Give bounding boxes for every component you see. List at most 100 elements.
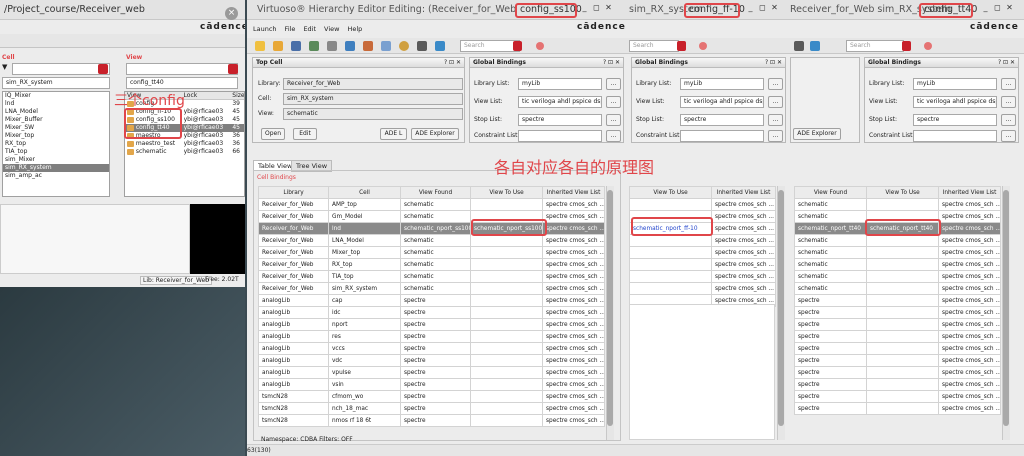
constraint-list-more-button[interactable]: ... xyxy=(606,130,621,142)
view-list-field[interactable]: tic veriloga ahdl pspice dspf xyxy=(680,96,764,108)
library-list-field[interactable]: myLib xyxy=(518,78,602,90)
menu-launch[interactable]: Launch xyxy=(253,25,277,33)
table-scrollbar-thumb[interactable] xyxy=(607,190,613,426)
search-dropdown-icon[interactable] xyxy=(677,41,686,51)
table-row[interactable]: spectre cmos_sch ... xyxy=(629,234,776,247)
layout-icon[interactable] xyxy=(435,41,445,51)
library-list-more-button[interactable]: ... xyxy=(768,78,783,90)
table-row[interactable]: analogLib idc spectre spectre cmos_sch ... xyxy=(258,306,605,319)
menu-view[interactable]: View xyxy=(324,25,339,33)
view-column-header[interactable]: Size xyxy=(232,92,244,99)
table-row[interactable]: analogLib res spectre spectre cmos_sch ... xyxy=(258,330,605,343)
panel-controls[interactable]: ? ⊡ ✕ xyxy=(444,59,461,66)
table-row[interactable]: analogLib vccs spectre spectre cmos_sch ... xyxy=(258,342,605,355)
table-row[interactable]: analogLib vsin spectre spectre cmos_sch ... xyxy=(258,378,605,391)
column-header[interactable]: View Found xyxy=(400,186,471,199)
table-row[interactable]: spectre cmos_sch ... xyxy=(629,258,776,271)
window-controls[interactable]: _ ◻ ✕ xyxy=(577,3,613,12)
save-icon[interactable] xyxy=(291,41,301,51)
column-header[interactable]: View Found xyxy=(794,186,867,199)
column-header[interactable]: Library xyxy=(258,186,329,199)
menu-edit[interactable]: Edit xyxy=(303,25,316,33)
stop-list-more-button[interactable]: ... xyxy=(606,114,621,126)
table-row[interactable]: tsmcN28 nch_18_mac spectre spectre cmos_sch… xyxy=(258,402,605,415)
view-list-more-button[interactable]: ... xyxy=(1001,96,1016,108)
library-field[interactable]: Receiver_for_Web xyxy=(283,78,463,90)
view-list-more-button[interactable]: ... xyxy=(606,96,621,108)
table-row[interactable]: schematic spectre cmos_sch ... xyxy=(794,198,1001,211)
constraint-list-more-button[interactable]: ... xyxy=(1001,130,1016,142)
table-row[interactable]: spectre spectre cmos_sch ... xyxy=(794,390,1001,403)
table-row[interactable]: spectre cmos_sch ... xyxy=(629,282,776,295)
ade-explorer-button[interactable]: ADE Explorer xyxy=(411,128,459,140)
search-go-icon[interactable] xyxy=(699,42,707,50)
view-selected-field[interactable]: config_tt40 xyxy=(126,77,238,89)
table-row[interactable]: Receiver_for_Web sim_RX_system schematic sp… xyxy=(258,282,605,295)
cell-list-item[interactable]: Mixer_Buffer xyxy=(3,116,109,124)
table-scrollbar-thumb[interactable] xyxy=(778,190,784,426)
reload-icon[interactable] xyxy=(381,41,391,51)
cell-list-item[interactable]: TIA_top xyxy=(3,148,109,156)
window-controls[interactable]: _ ◻ ✕ xyxy=(978,3,1014,12)
table-row[interactable]: Receiver_for_Web Mixer_top schematic spectr… xyxy=(258,246,605,259)
cell-list[interactable]: IQ_Mixer lnd LNA_Model Mixer_Buffer Mixer_SW… xyxy=(2,91,110,197)
open-icon[interactable] xyxy=(273,41,283,51)
table-row[interactable]: spectre spectre cmos_sch ... xyxy=(794,342,1001,355)
cell-list-item[interactable]: RX_top xyxy=(3,140,109,148)
layout-icon[interactable] xyxy=(794,41,804,51)
table-row[interactable]: analogLib vdc spectre spectre cmos_sch ... xyxy=(258,354,605,367)
table-row[interactable]: spectre spectre cmos_sch ... xyxy=(794,366,1001,379)
table-row[interactable]: analogLib vpulse spectre spectre cmos_sch .… xyxy=(258,366,605,379)
table-row[interactable]: spectre spectre cmos_sch ... xyxy=(794,402,1001,415)
stop-list-more-button[interactable]: ... xyxy=(768,114,783,126)
table-row[interactable]: spectre spectre cmos_sch ... xyxy=(794,354,1001,367)
tree-icon[interactable] xyxy=(309,41,319,51)
cell-filter-input[interactable] xyxy=(12,63,110,75)
cell-bindings-table[interactable]: Library Cell View Found View To Use Inherite… xyxy=(258,186,605,427)
view-list-item[interactable]: schematic ybi@rficae03 66 xyxy=(125,148,244,156)
cell-field[interactable]: sim_RX_system xyxy=(283,93,463,105)
cell-list-item[interactable]: IQ_Mixer xyxy=(3,92,109,100)
table-row[interactable]: spectre spectre cmos_sch ... xyxy=(794,306,1001,319)
table-row[interactable]: tsmcN28 nmos rf 18 6t spectre spectre cmos_… xyxy=(258,414,605,427)
cell-list-item[interactable]: sim_amp_ac xyxy=(3,172,109,180)
panel-controls[interactable]: ? ⊡ ✕ xyxy=(603,59,620,66)
menu-help[interactable]: Help xyxy=(347,25,362,33)
table-row[interactable]: spectre cmos_sch ... xyxy=(629,270,776,283)
search-go-icon[interactable] xyxy=(924,42,932,50)
view-filter-dropdown-icon[interactable] xyxy=(228,64,238,74)
filter-icon[interactable]: ▼ xyxy=(2,63,7,71)
ade-l-button[interactable]: ADE L xyxy=(380,128,407,140)
cell-list-item[interactable]: LNA_Model xyxy=(3,108,109,116)
refresh-icon[interactable] xyxy=(345,41,355,51)
table-row[interactable]: Receiver_for_Web Gm_Model schematic spectre… xyxy=(258,210,605,223)
table-row[interactable]: spectre spectre cmos_sch ... xyxy=(794,330,1001,343)
cell-selected-field[interactable]: sim_RX_system xyxy=(2,77,110,89)
table-row[interactable]: schematic spectre cmos_sch ... xyxy=(794,258,1001,271)
constraint-list-field[interactable] xyxy=(913,130,997,142)
constraint-list-field[interactable] xyxy=(518,130,602,142)
column-header[interactable]: View To Use xyxy=(629,186,712,199)
library-list-field[interactable]: myLib xyxy=(680,78,764,90)
search-go-icon[interactable] xyxy=(536,42,544,50)
view-list-field[interactable]: tic veriloga ahdl pspice dspf xyxy=(518,96,602,108)
cell-list-item[interactable]: Mixer_SW xyxy=(3,124,109,132)
table-row[interactable]: tsmcN28 cfmom_wo spectre spectre cmos_sch .… xyxy=(258,390,605,403)
menu-file[interactable]: File xyxy=(285,25,296,33)
constraint-list-field[interactable] xyxy=(680,130,764,142)
panel-controls[interactable]: ? ⊡ ✕ xyxy=(765,59,782,66)
table-row[interactable]: Receiver_for_Web RX_top schematic spectre c… xyxy=(258,258,605,271)
window-controls[interactable]: _ ◻ ✕ xyxy=(743,3,779,12)
open-button[interactable]: Open xyxy=(261,128,285,140)
search-input[interactable]: Search xyxy=(846,40,904,52)
column-header[interactable]: View To Use xyxy=(470,186,543,199)
stop-list-field[interactable]: spectre xyxy=(913,114,997,126)
table-row[interactable]: Receiver_for_Web TIA_top schematic spectre … xyxy=(258,270,605,283)
table-row[interactable]: spectre cmos_sch ... xyxy=(629,246,776,259)
cell-list-item[interactable]: Mixer_top xyxy=(3,132,109,140)
column-header[interactable]: View To Use xyxy=(866,186,939,199)
view-field[interactable]: schematic xyxy=(283,108,463,120)
view-column-header[interactable]: Lock xyxy=(184,92,233,99)
search-dropdown-icon[interactable] xyxy=(902,41,911,51)
close-icon[interactable]: × xyxy=(225,7,238,20)
